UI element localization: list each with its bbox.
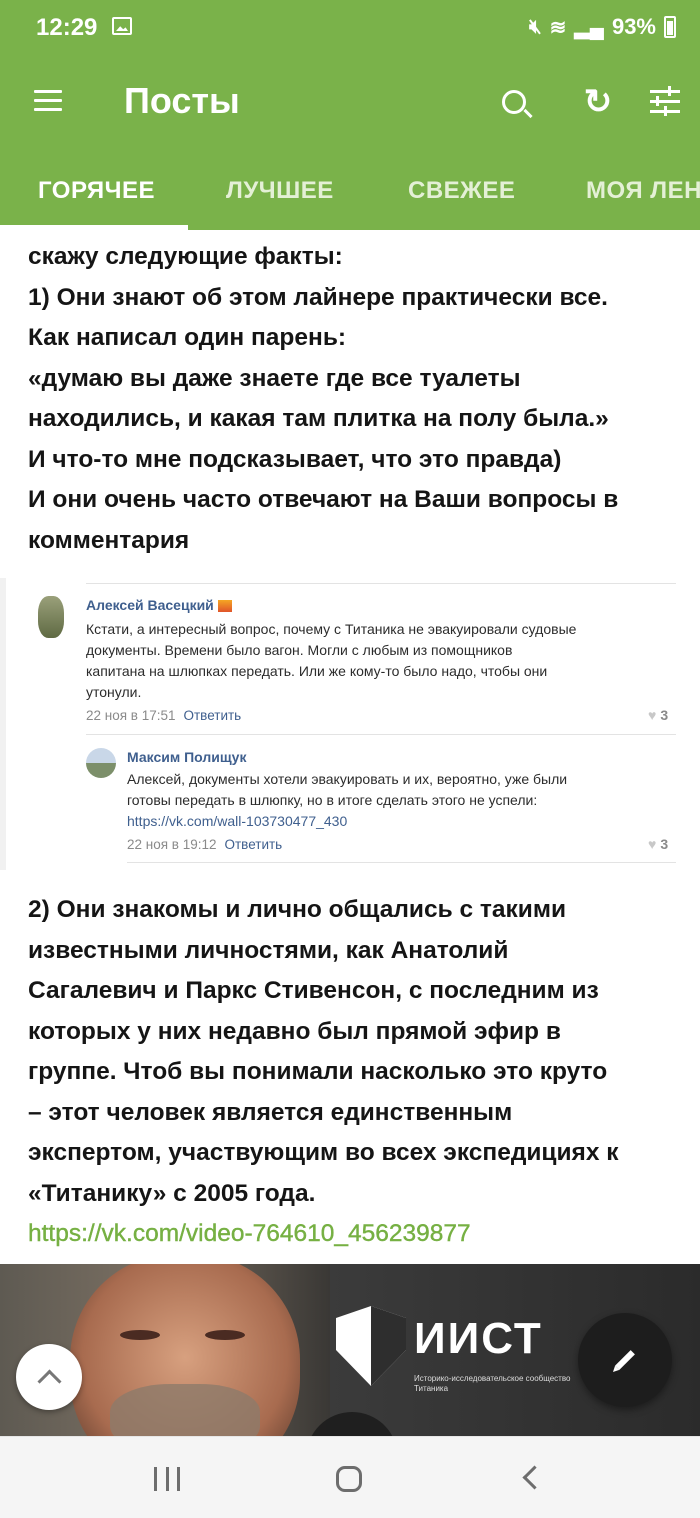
tab-hot[interactable]: ГОРЯЧЕЕ [38, 177, 155, 205]
screenshot-edge [0, 578, 6, 870]
filter-icon[interactable] [646, 82, 686, 122]
sunset-emoji-icon [217, 600, 232, 613]
text-line: И что-то мне подсказывает, что это правд… [28, 445, 562, 473]
menu-icon[interactable] [34, 90, 62, 112]
scroll-up-icon [36, 1368, 62, 1394]
divider [86, 734, 676, 735]
tab-indicator [0, 225, 188, 230]
heart-icon: ♥ [648, 836, 657, 852]
logo-subtitle: Историко-исследовательское сообщество Ти… [414, 1374, 571, 1393]
comment-likes: ♥ 3 [648, 707, 669, 723]
text-line: находились, и какая там плитка на полу б… [28, 405, 609, 432]
edit-icon [615, 1350, 635, 1370]
comment-author: Максим Полищук [127, 749, 247, 765]
text-line: 1) Они знают об этом лайнере практически… [28, 283, 608, 311]
home-icon[interactable] [336, 1466, 362, 1492]
comment-text: Алексей, документы хотели эвакуировать и… [127, 771, 568, 829]
post-paragraph-1: скажу следующие факты: 1) Они знают об э… [28, 237, 678, 561]
comment-text: Кстати, а интересный вопрос, почему с Ти… [86, 621, 577, 700]
back-icon[interactable] [522, 1465, 547, 1490]
text-line: 2) Они знакомы и лично общались с такими [28, 896, 567, 923]
signal-icon: ▂▄ [574, 16, 604, 39]
page-title: Посты [124, 80, 240, 121]
text-line: которых у них недавно был прямой эфир в [28, 1017, 561, 1045]
text-line: Сагалевич и Паркс Стивенсон, с последним… [28, 977, 599, 1004]
text-line: группе. Чтоб вы понимали насколько это к… [28, 1058, 608, 1085]
avatar [38, 596, 64, 638]
text-line: комментария [28, 526, 190, 554]
status-time: 12:29 [36, 14, 98, 41]
comment-meta: 22 ноя в 19:12 Ответить [127, 837, 283, 852]
comment-meta: 22 ноя в 17:51 Ответить [86, 708, 242, 723]
refresh-icon[interactable]: ↻ [578, 82, 618, 122]
search-icon[interactable] [494, 82, 534, 122]
video-link[interactable]: https://vk.com/video-764610_456239877 [28, 1214, 678, 1255]
tab-fresh[interactable]: СВЕЖЕЕ [408, 177, 515, 205]
wifi-icon: ≋ [549, 16, 567, 39]
logo-text: ИИСТ [414, 1314, 543, 1363]
battery-charging-icon [664, 16, 676, 38]
text-line: скажу следующие факты: [28, 243, 343, 270]
recent-apps-icon[interactable] [154, 1467, 180, 1491]
battery-level: 93% [611, 14, 656, 39]
edit-button[interactable] [578, 1313, 672, 1407]
status-right: 🔇︎ ≋ ▂▄ 93% [529, 14, 676, 40]
tab-my-feed[interactable]: МОЯ ЛЕН [586, 177, 700, 205]
system-nav-bar [0, 1436, 700, 1518]
heart-icon: ♥ [648, 707, 657, 723]
comment-author: Алексей Васецкий [86, 597, 232, 613]
status-bar: 12:29 🔇︎ ≋ ▂▄ 93% [0, 0, 700, 58]
scroll-up-button[interactable] [16, 1344, 82, 1410]
tab-bar: ГОРЯЧЕЕ ЛУЧШЕЕ СВЕЖЕЕ МОЯ ЛЕН [0, 158, 700, 230]
text-line: «думаю вы даже знаете где все туалеты [28, 364, 521, 392]
text-line: экспертом, участвующим во всех экспедици… [28, 1139, 619, 1166]
toolbar: Посты ↻ [0, 58, 700, 158]
comment-likes: ♥ 3 [648, 836, 669, 852]
text-line: «Титанику» с 2005 года. [28, 1179, 316, 1207]
avatar [86, 748, 116, 778]
text-line: И они очень часто отвечают на Ваши вопро… [28, 486, 619, 513]
tab-best[interactable]: ЛУЧШЕЕ [226, 177, 334, 205]
divider [86, 583, 676, 584]
text-line: известными личностями, как Анатолий [28, 936, 509, 964]
text-line: – этот человек является единственным [28, 1098, 513, 1126]
mute-icon: 🔇︎ [529, 15, 542, 38]
divider [127, 862, 676, 863]
text-line: Как написал один парень: [28, 324, 347, 351]
gallery-icon [112, 17, 132, 35]
post-paragraph-2: 2) Они знакомы и лично общались с такими… [28, 890, 678, 1255]
